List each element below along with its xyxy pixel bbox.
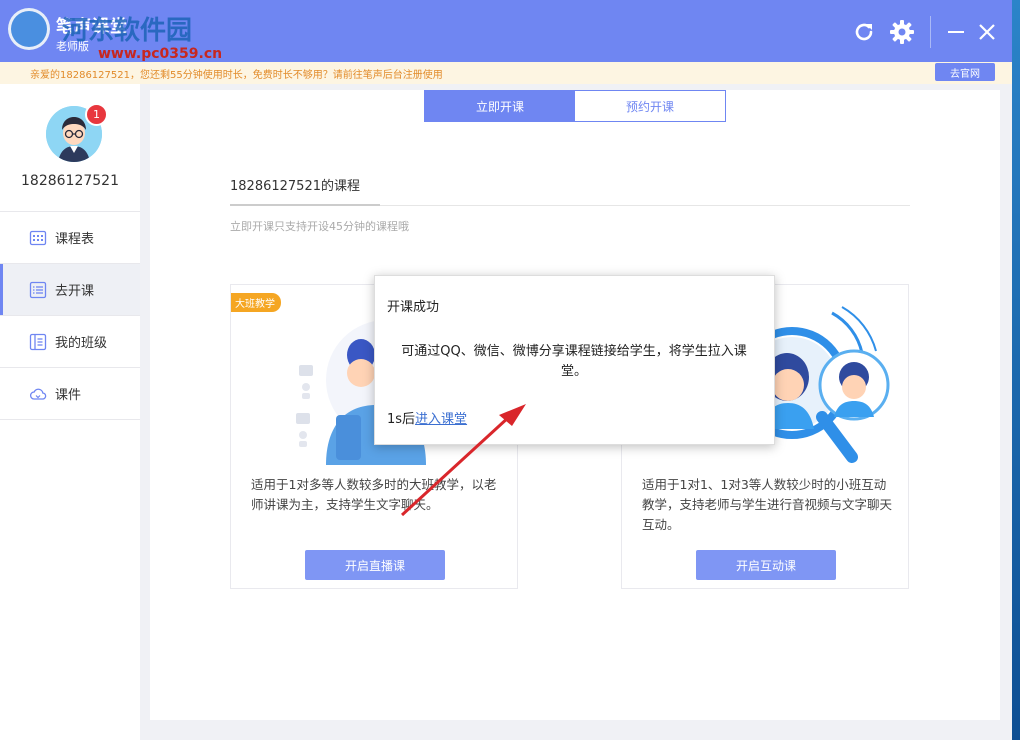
dialog-message: 可通过QQ、微信、微博分享课程链接给学生，将学生拉入课堂。: [401, 344, 747, 379]
dialog-countdown-row: 1s后进入课堂: [387, 408, 467, 427]
tab-schedule-class[interactable]: 预约开课: [575, 91, 725, 121]
calendar-icon: [29, 229, 47, 247]
app-logo: [8, 8, 50, 50]
title-underline: [230, 204, 380, 206]
start-live-class-button[interactable]: 开启直播课: [305, 550, 445, 580]
notice-bar: 亲爱的18286127521，您还剩55分钟使用时长，免费时长不够用？请前往笔声…: [0, 62, 1012, 84]
tab-bar: 立即开课 预约开课: [424, 90, 726, 122]
large-class-tag: 大班教学: [231, 293, 281, 312]
sidebar-item-label: 课件: [55, 388, 82, 403]
refresh-button[interactable]: [850, 18, 878, 46]
app-window: 笔声课堂 老师版 河东软件园 www.pc0359.cn 亲爱的18286127…: [0, 0, 1012, 740]
close-button[interactable]: [973, 18, 1001, 46]
notice-text: 亲爱的18286127521，您还剩55分钟使用时长，免费时长不够用？请前往笔声…: [30, 70, 443, 81]
dialog-title: 开课成功: [387, 300, 440, 315]
sidebar-item-label: 我的班级: [55, 336, 108, 351]
notification-badge[interactable]: 1: [85, 103, 108, 126]
sidebar-item-label: 去开课: [55, 284, 95, 299]
success-dialog: 开课成功 可通过QQ、微信、微博分享课程链接给学生，将学生拉入课堂。 1s后进入…: [374, 275, 775, 445]
duration-hint: 立即开课只支持开设45分钟的课程哦: [230, 220, 409, 233]
sidebar-item-label: 课程表: [55, 232, 95, 247]
sidebar-nav: 课程表 去开课 我的班级 课件: [0, 211, 140, 420]
gear-icon: [890, 20, 914, 44]
desktop-background: [1012, 0, 1020, 740]
course-title: 18286127521的课程: [230, 179, 360, 194]
list-icon: [29, 281, 47, 299]
username: 18286127521: [21, 173, 119, 189]
tab-start-now[interactable]: 立即开课: [425, 91, 575, 121]
watermark: 河东软件园: [62, 16, 193, 46]
start-interactive-class-button[interactable]: 开启互动课: [696, 550, 836, 580]
official-site-button[interactable]: 去官网: [935, 63, 995, 81]
title-bar[interactable]: 笔声课堂 老师版 河东软件园 www.pc0359.cn: [0, 0, 1012, 62]
sidebar: 1 18286127521 课程表 去开课 我的班级 课件: [0, 84, 140, 740]
sidebar-item-start-class[interactable]: 去开课: [0, 263, 140, 315]
sidebar-item-schedule[interactable]: 课程表: [0, 211, 140, 263]
countdown-text: 1s后: [387, 412, 416, 427]
cloud-icon: [29, 385, 47, 403]
minimize-button[interactable]: [942, 18, 970, 46]
titlebar-divider: [930, 16, 931, 48]
class-icon: [29, 333, 47, 351]
close-icon: [979, 24, 995, 40]
watermark-url: www.pc0359.cn: [98, 46, 223, 62]
refresh-icon: [855, 23, 873, 41]
large-class-description: 适用于1对多等人数较多时的大班教学，以老师讲课为主，支持学生文字聊天。: [251, 477, 497, 512]
enter-classroom-link[interactable]: 进入课堂: [415, 412, 467, 427]
sidebar-item-my-classes[interactable]: 我的班级: [0, 315, 140, 367]
settings-button[interactable]: [888, 18, 916, 46]
small-class-description: 适用于1对1、1对3等人数较少时的小班互动教学，支持老师与学生进行音视频与文字聊…: [642, 477, 893, 532]
sidebar-item-courseware[interactable]: 课件: [0, 367, 140, 420]
divider: [380, 205, 910, 206]
minimize-icon: [948, 31, 964, 33]
